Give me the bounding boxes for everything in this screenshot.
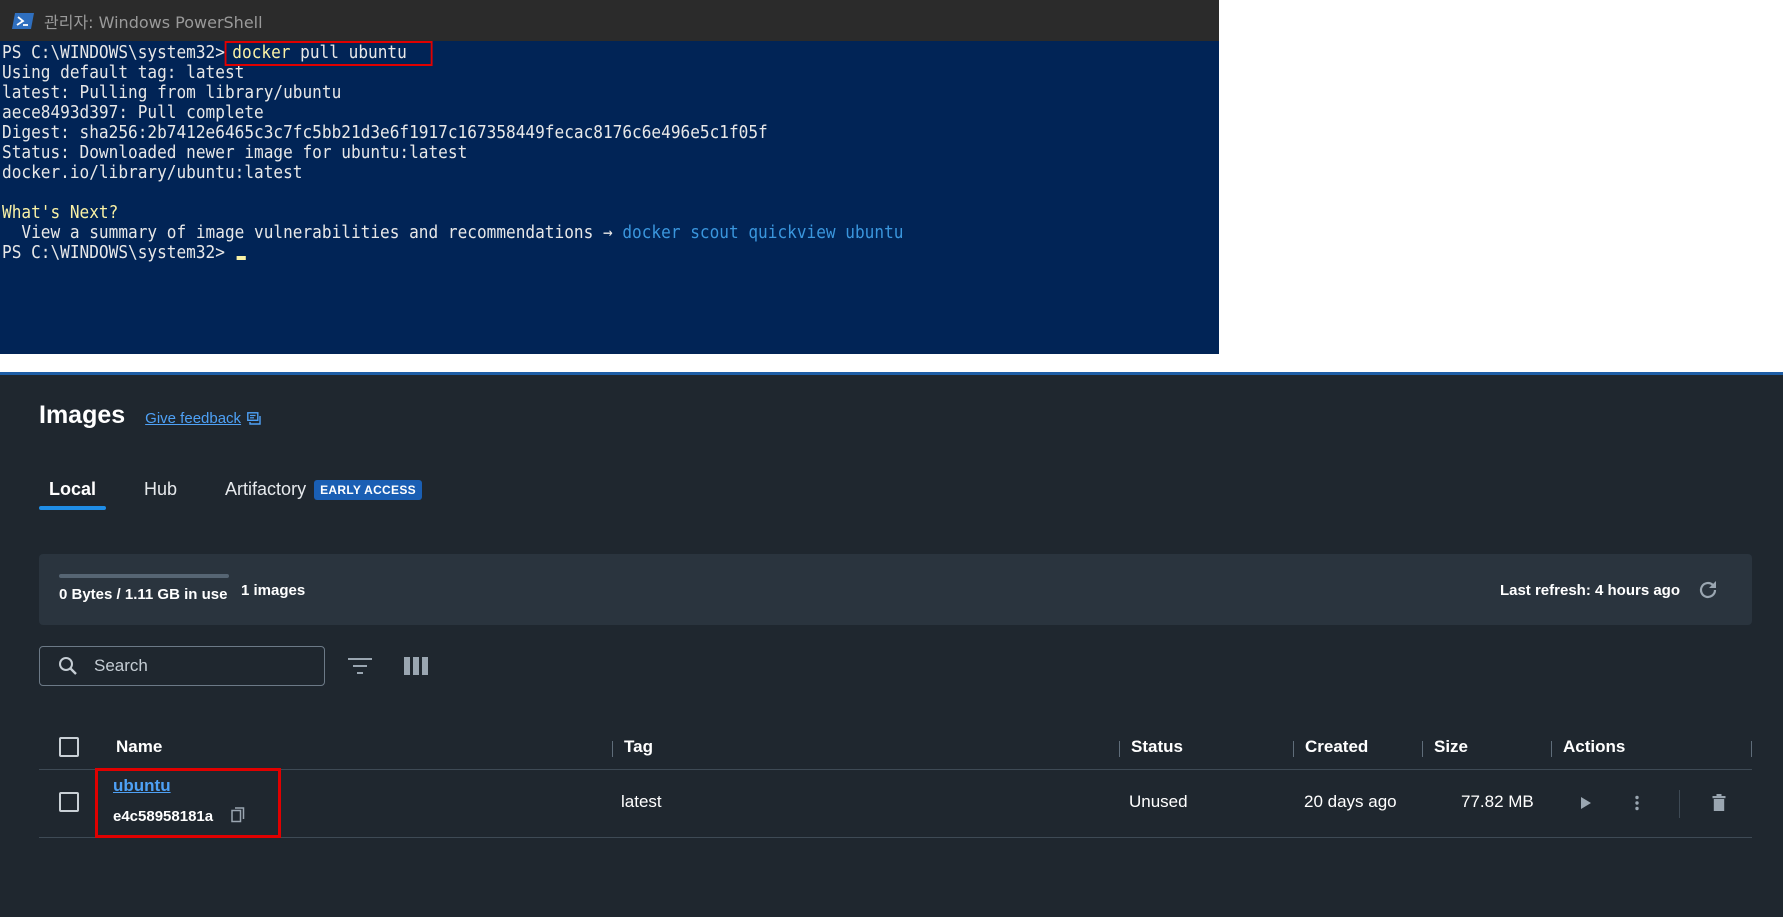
page-header: Images Give feedback [39, 401, 261, 430]
image-size: 77.82 MB [1461, 792, 1534, 811]
trash-icon[interactable] [1712, 794, 1726, 811]
more-vertical-icon[interactable] [1634, 795, 1640, 811]
disk-usage-progress [59, 574, 229, 578]
output-line: Digest: sha256:2b7412e6465c3c7fc5bb21d3e… [2, 123, 768, 143]
columns-icon[interactable] [403, 656, 429, 676]
whats-next-heading: What's Next? [2, 203, 119, 223]
command-args: pull ubuntu [300, 43, 407, 63]
powershell-console[interactable]: PS C:\WINDOWS\system32> docker pull ubunt… [2, 41, 1122, 354]
column-header-created[interactable]: Created [1305, 737, 1368, 757]
row-select-checkbox[interactable] [59, 792, 79, 812]
column-header-status[interactable]: Status [1131, 737, 1183, 757]
images-count: 1 images [241, 582, 306, 599]
table-row[interactable]: ubuntu e4c58958181a latest Unused 20 day… [39, 768, 1752, 838]
tab-artifactory-label: Artifactory [225, 479, 307, 499]
column-divider[interactable] [1551, 741, 1552, 757]
select-all-checkbox[interactable] [59, 737, 79, 757]
give-feedback-label: Give feedback [145, 410, 242, 427]
actions-divider [1679, 790, 1680, 818]
column-divider [1751, 741, 1752, 757]
hint-line: View a summary of image vulnerabilities … [2, 223, 1122, 243]
play-icon[interactable] [1580, 796, 1592, 810]
output-line: docker.io/library/ubuntu:latest [2, 163, 303, 183]
tab-artifactory[interactable]: Artifactory EARLY ACCESS [215, 479, 432, 508]
images-table: Name Tag Status Created Size Actions ubu… [39, 725, 1752, 838]
filter-icon[interactable] [347, 656, 373, 676]
output-line: aece8493d397: Pull complete [2, 103, 264, 123]
final-prompt: PS C:\WINDOWS\system32> [2, 243, 235, 263]
powershell-icon [12, 12, 34, 29]
tab-local[interactable]: Local [39, 479, 107, 510]
column-header-name[interactable]: Name [116, 737, 162, 757]
disk-usage-text: 0 Bytes / 1.11 GB in use [59, 586, 228, 603]
command-line: PS C:\WINDOWS\system32> docker pull ubunt… [2, 41, 1122, 66]
column-header-actions: Actions [1563, 737, 1626, 756]
tab-hub[interactable]: Hub [134, 479, 187, 508]
prompt: PS C:\WINDOWS\system32> [2, 43, 225, 63]
column-divider[interactable] [1422, 741, 1423, 757]
search-icon [59, 657, 77, 675]
image-tag: latest [621, 792, 662, 811]
output-line: latest: Pulling from library/ubuntu [2, 83, 342, 103]
image-status: Unused [1129, 792, 1188, 811]
output-line: Using default tag: latest [2, 63, 245, 83]
highlighted-command: docker pull ubuntu [224, 41, 433, 66]
table-header: Name Tag Status Created Size Actions [39, 725, 1752, 770]
page-title: Images [39, 401, 126, 429]
hint-text: View a summary of image vulnerabilities … [2, 223, 623, 243]
chat-icon [247, 412, 261, 425]
column-divider[interactable] [1293, 741, 1294, 757]
column-header-size[interactable]: Size [1434, 737, 1468, 757]
text-cursor [236, 256, 246, 260]
docker-images-panel: Images Give feedback Local Hub Artifacto… [0, 375, 1783, 917]
image-toolbar [39, 646, 429, 686]
powershell-window: 관리자: Windows PowerShell PS C:\WINDOWS\sy… [0, 0, 1219, 354]
window-title: 관리자: Windows PowerShell [44, 12, 263, 32]
hint-command: docker scout quickview ubuntu [622, 223, 904, 243]
copy-icon[interactable] [231, 807, 245, 823]
powershell-titlebar[interactable]: 관리자: Windows PowerShell [0, 0, 1219, 41]
column-divider[interactable] [1119, 741, 1120, 757]
final-prompt-line: PS C:\WINDOWS\system32> [2, 243, 1122, 263]
command-name: docker [232, 43, 291, 63]
image-name-link[interactable]: ubuntu [113, 776, 171, 796]
last-refresh-text: Last refresh: 4 hours ago [1499, 582, 1680, 599]
output-line: Status: Downloaded newer image for ubunt… [2, 143, 468, 163]
tab-bar: Local Hub Artifactory EARLY ACCESS [39, 479, 432, 510]
search-input[interactable] [92, 655, 296, 677]
give-feedback-link[interactable]: Give feedback [145, 410, 261, 427]
usage-summary-bar: 0 Bytes / 1.11 GB in use 1 images Last r… [39, 554, 1752, 625]
column-divider[interactable] [612, 741, 613, 757]
search-box[interactable] [39, 646, 325, 686]
early-access-badge: EARLY ACCESS [314, 479, 422, 500]
image-created: 20 days ago [1304, 792, 1397, 811]
refresh-icon[interactable] [1696, 578, 1720, 602]
image-id: e4c58958181a [113, 808, 214, 825]
column-header-tag[interactable]: Tag [624, 737, 653, 757]
